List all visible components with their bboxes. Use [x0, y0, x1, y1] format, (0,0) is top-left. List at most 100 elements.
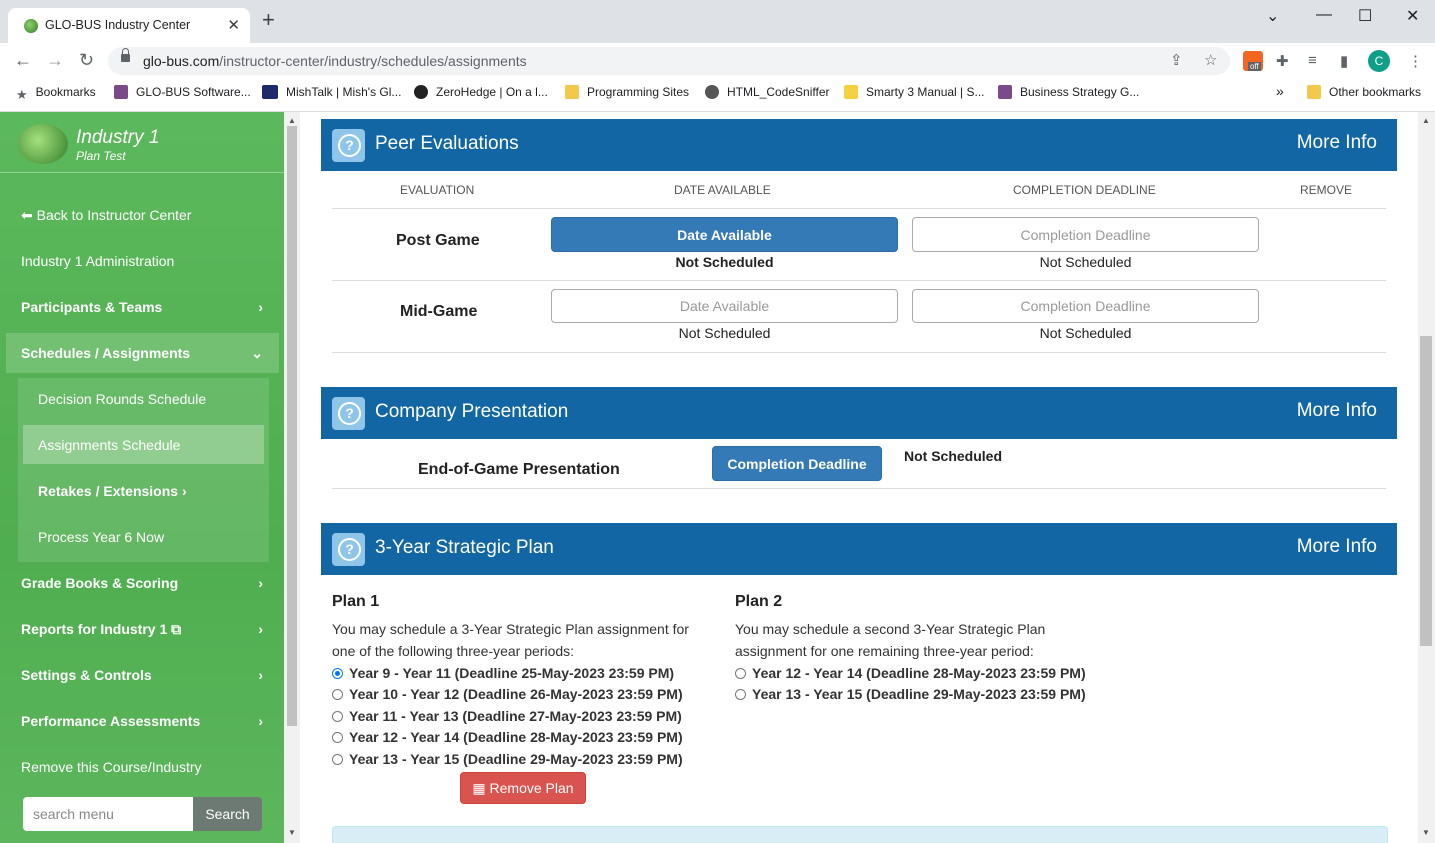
sidebar-item-administration[interactable]: Industry 1 Administration [21, 253, 174, 269]
bookmark-item[interactable]: ZeroHedge | On a l... [414, 85, 548, 99]
new-tab-icon[interactable]: + [262, 9, 275, 31]
sidebar-plan-subtitle: Plan Test [76, 149, 126, 163]
lock-icon [121, 48, 130, 62]
sidebar-subitem-assignments-schedule[interactable]: Assignments Schedule [38, 437, 180, 453]
forward-arrow-icon[interactable]: → [46, 50, 64, 71]
main-scrollbar[interactable]: ▲ ▼ [1418, 112, 1435, 843]
more-info-link[interactable]: More Info [1297, 400, 1377, 422]
mid-game-date-status: Not Scheduled [678, 325, 771, 341]
mid-game-date-available-button[interactable]: Date Available [551, 289, 898, 323]
company-presentation-header: ? Company Presentation More Info [321, 387, 1397, 439]
presentation-status: Not Scheduled [904, 448, 1003, 464]
panel-title: Peer Evaluations [375, 133, 519, 154]
sidebar-subitem-retakes[interactable]: Retakes / Extensions › [38, 483, 187, 499]
sidebar-item-back[interactable]: ⬅ Back to Instructor Center [21, 207, 191, 224]
reading-list-icon[interactable]: ≡ [1308, 52, 1317, 69]
sidebar-item-reports[interactable]: Reports for Industry 1 ⧉ › [21, 621, 263, 638]
post-game-deadline-status: Not Scheduled [1039, 254, 1132, 270]
plan1-option[interactable]: Year 13 - Year 15 (Deadline 29-May-2023 … [332, 751, 683, 767]
bookmark-item[interactable]: Business Strategy G... [998, 85, 1139, 99]
remove-plan-button[interactable]: ▦ Remove Plan [460, 772, 586, 804]
help-question-icon[interactable]: ? [332, 397, 365, 430]
sidebar-subitem-decision-rounds[interactable]: Decision Rounds Schedule [38, 391, 206, 407]
tab-search-chevron-icon[interactable]: ⌄ [1266, 6, 1279, 26]
chevron-right-icon: › [258, 575, 263, 591]
extensions-puzzle-icon[interactable]: ✚ [1276, 52, 1289, 70]
plan2-option[interactable]: Year 12 - Year 14 (Deadline 28-May-2023 … [735, 665, 1086, 681]
sidebar-industry-title: Industry 1 [76, 127, 160, 148]
address-bar[interactable]: glo-bus.com/instructor-center/industry/s… [108, 47, 1230, 75]
mid-game-deadline-status: Not Scheduled [1039, 325, 1132, 341]
bookmark-item[interactable]: ★ Bookmarks [16, 85, 96, 102]
mid-game-completion-deadline-button[interactable]: Completion Deadline [912, 289, 1259, 323]
help-question-icon[interactable]: ? [332, 129, 365, 162]
more-info-link[interactable]: More Info [1297, 132, 1377, 154]
calendar-x-icon: ▦ [472, 779, 486, 796]
plan1-option[interactable]: Year 9 - Year 11 (Deadline 25-May-2023 2… [332, 665, 674, 681]
maximize-icon[interactable]: ☐ [1358, 6, 1372, 26]
plan1-option[interactable]: Year 12 - Year 14 (Deadline 28-May-2023 … [332, 729, 683, 745]
browser-tab[interactable]: GLO-BUS Industry Center ✕ [8, 8, 250, 43]
table-divider [332, 280, 1386, 281]
bookmark-item[interactable]: MishTalk | Mish's Gl... [262, 85, 401, 99]
post-game-date-available-button[interactable]: Date Available [551, 217, 898, 252]
close-tab-icon[interactable]: ✕ [227, 16, 240, 34]
chevron-right-icon: › [258, 299, 263, 315]
bookmark-item[interactable]: HTML_CodeSniffer [705, 85, 830, 99]
radio-button [332, 689, 343, 700]
panel-title: Company Presentation [375, 401, 569, 422]
main-scroll-thumb[interactable] [1420, 336, 1432, 646]
sidebar-scrollbar[interactable]: ▲ ▼ [284, 112, 300, 843]
help-question-icon[interactable]: ? [332, 533, 365, 566]
more-menu-icon[interactable]: ⋮ [1408, 52, 1423, 70]
extension-off-icon[interactable]: off [1243, 51, 1263, 71]
bookmark-item[interactable]: GLO-BUS Software... [114, 85, 251, 99]
close-window-icon[interactable]: ✕ [1406, 6, 1419, 26]
plan2-option[interactable]: Year 13 - Year 15 (Deadline 29-May-2023 … [735, 686, 1086, 702]
sidebar-search-input[interactable] [23, 797, 193, 831]
chevron-right-icon: › [258, 713, 263, 729]
radio-button [735, 689, 746, 700]
sidebar-item-schedules[interactable]: Schedules / Assignments ⌄ [21, 345, 263, 361]
row-label-post-game: Post Game [396, 232, 480, 249]
scroll-down-icon: ▼ [1422, 828, 1430, 837]
circle-arrow-left-icon: ⬅ [21, 207, 33, 223]
back-arrow-icon[interactable]: ← [14, 50, 32, 71]
row-label-mid-game: Mid-Game [400, 303, 478, 320]
more-bookmarks-chevron-icon[interactable]: » [1276, 83, 1284, 99]
plan1-option[interactable]: Year 10 - Year 12 (Deadline 26-May-2023 … [332, 686, 683, 702]
sidebar-item-participants[interactable]: Participants & Teams › [21, 299, 263, 315]
sidebar-search-button[interactable]: Search [193, 797, 262, 831]
bookmark-folder[interactable]: Programming Sites [565, 85, 689, 99]
more-info-link[interactable]: More Info [1297, 536, 1377, 558]
presentation-completion-deadline-button[interactable]: Completion Deadline [712, 446, 882, 481]
sidebar-item-settings[interactable]: Settings & Controls › [21, 667, 263, 683]
bookmark-item[interactable]: Smarty 3 Manual | S... [844, 85, 985, 99]
sidebar-item-performance[interactable]: Performance Assessments › [21, 713, 263, 729]
column-header-completion-deadline: COMPLETION DEADLINE [1013, 183, 1156, 197]
zerohedge-icon [414, 85, 428, 99]
post-game-completion-deadline-button[interactable]: Completion Deadline [912, 217, 1259, 252]
chevron-down-icon: ⌄ [251, 345, 263, 361]
star-icon: ★ [16, 87, 28, 102]
radio-button [735, 668, 746, 679]
side-panel-icon[interactable]: ▮ [1340, 52, 1348, 70]
sidebar-item-remove-course[interactable]: Remove this Course/Industry [21, 759, 202, 775]
table-divider [332, 208, 1386, 209]
post-game-date-status: Not Scheduled [675, 254, 774, 270]
share-icon[interactable]: ⇪ [1170, 51, 1183, 69]
sidebar-item-grade-books[interactable]: Grade Books & Scoring › [21, 575, 263, 591]
sidebar-subitem-process-year[interactable]: Process Year 6 Now [38, 529, 164, 545]
sidebar-scroll-thumb[interactable] [287, 126, 297, 726]
globe-logo-icon [18, 124, 68, 164]
plan1-description: You may schedule a 3-Year Strategic Plan… [332, 621, 689, 659]
globe-favicon-icon [24, 19, 38, 33]
tab-title: GLO-BUS Industry Center [45, 18, 191, 32]
folder-icon [1307, 85, 1321, 99]
reload-icon[interactable]: ↻ [79, 50, 94, 71]
other-bookmarks-folder[interactable]: Other bookmarks [1307, 85, 1421, 99]
profile-avatar[interactable]: C [1368, 50, 1390, 72]
star-bookmark-icon[interactable]: ☆ [1204, 51, 1217, 69]
plan1-option[interactable]: Year 11 - Year 13 (Deadline 27-May-2023 … [332, 708, 682, 724]
minimize-icon[interactable]: — [1316, 6, 1332, 24]
